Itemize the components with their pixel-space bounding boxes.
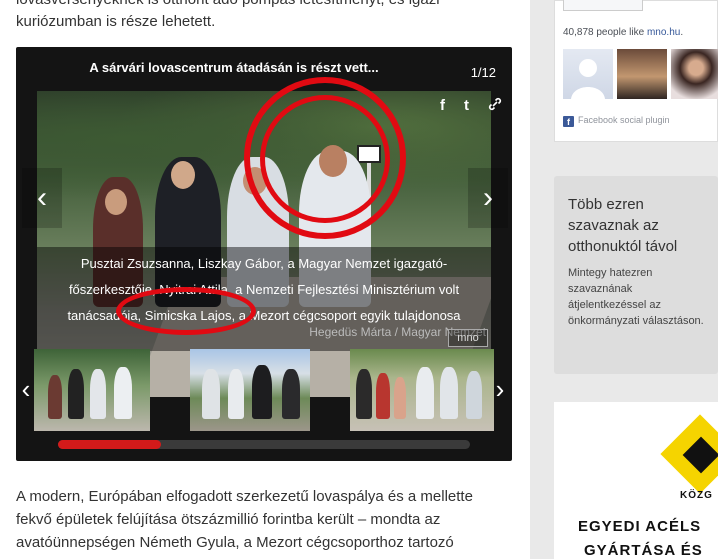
thumbnail-3[interactable] <box>350 349 494 431</box>
thumb-figure <box>466 371 482 419</box>
thumb-figure <box>376 373 390 419</box>
facebook-icon: f <box>563 116 574 127</box>
avatar[interactable] <box>563 49 613 99</box>
facebook-like-box: 40,878 people like mno.hu. f Facebook soc… <box>554 0 718 142</box>
fb-count-text: 40,878 people like <box>563 27 647 38</box>
fb-page-link[interactable]: mno.hu <box>647 27 680 38</box>
article-line: kuriózumban is része lehetett. <box>16 13 216 30</box>
annotation-circle-inner <box>260 95 390 223</box>
article-line-clipped: lovasversenyeknek is otthont adó pompás … <box>16 0 440 11</box>
twitter-icon[interactable]: t <box>464 97 469 114</box>
thumb-figure <box>90 369 106 419</box>
gallery-progress-bar[interactable] <box>58 440 470 449</box>
thumbnail-strip: ‹ › <box>16 349 512 431</box>
gallery-prev-button[interactable]: ‹ <box>22 168 62 228</box>
promo-box[interactable]: Több ezren szavaznak az otthonuktól távo… <box>554 176 718 374</box>
facebook-icon[interactable]: f <box>440 97 445 114</box>
thumb-figure <box>68 369 84 419</box>
thumb-figure <box>440 367 458 419</box>
gallery-title: A sárvári lovascentrum átadásán is részt… <box>89 60 379 75</box>
fb-count-suffix: . <box>680 27 684 38</box>
page: lovasversenyeknek is otthont adó pompás … <box>0 0 718 559</box>
ad-headline-2: GYÁRTÁSA ÉS <box>584 542 703 559</box>
fb-social-plugin-label[interactable]: f Facebook social plugin <box>563 115 670 127</box>
avatar[interactable] <box>617 49 667 99</box>
promo-title[interactable]: Több ezren szavaznak az otthonuktól távo… <box>568 194 704 257</box>
fb-like-button-remnant <box>563 0 643 11</box>
article-body: A modern, Európában elfogadott szerkezet… <box>16 485 516 554</box>
fb-plugin-text: Facebook social plugin <box>578 115 670 125</box>
fb-like-count: 40,878 people like mno.hu. <box>563 27 683 38</box>
gallery-counter: 1/12 <box>470 65 496 80</box>
sidebar: 40,878 people like mno.hu. f Facebook soc… <box>530 0 718 559</box>
promo-text: Mintegy hatezren szavaznának átjelentkez… <box>568 267 704 327</box>
thumb-figure <box>394 377 406 419</box>
caption-line: Pusztai Zsuzsanna, Liszkay Gábor, a Magy… <box>80 256 448 271</box>
photo-head-1 <box>105 189 127 215</box>
thumb-figure <box>228 369 244 419</box>
thumb-figure <box>202 369 220 419</box>
gallery-caption: Pusztai Zsuzsanna, Liszkay Gábor, a Magy… <box>40 251 488 329</box>
gallery-next-button[interactable]: › <box>468 168 508 228</box>
link-icon[interactable] <box>488 97 502 115</box>
article-body-line: avatóünnepségen Németh Gyula, a Mezort c… <box>16 534 454 551</box>
thumbs-next-button[interactable]: › <box>486 357 512 421</box>
article-body-line: A modern, Európában elfogadott szerkezet… <box>16 488 473 505</box>
caption-line: főszerkesztője, Nyitrai Attila, a Nemzet… <box>68 282 460 297</box>
thumb-figure <box>416 367 434 419</box>
article: lovasversenyeknek is otthont adó pompás … <box>0 0 530 559</box>
thumbnail-2[interactable] <box>190 349 310 431</box>
avatar[interactable] <box>671 49 718 99</box>
thumb-figure <box>114 367 132 419</box>
thumb-figure <box>48 375 62 419</box>
advertisement[interactable]: KÖZG EGYEDI ACÉLS GYÁRTÁSA ÉS <box>554 402 718 559</box>
photo-head-2 <box>171 161 195 189</box>
article-body-line: fekvő épületek felújítása ötszázmillió f… <box>16 511 441 528</box>
ad-headline-1: EGYEDI ACÉLS <box>578 518 702 535</box>
ad-brand: KÖZG <box>680 490 713 501</box>
thumb-figure <box>282 369 300 419</box>
photo-gallery[interactable]: A sárvári lovascentrum átadásán is részt… <box>16 47 512 461</box>
thumb-figure <box>252 365 272 419</box>
gallery-progress-fill <box>58 440 161 449</box>
thumb-figure <box>356 369 372 419</box>
mno-watermark: mno <box>448 329 488 347</box>
annotation-ellipse-name <box>116 287 256 335</box>
thumbnail-1[interactable] <box>34 349 150 431</box>
